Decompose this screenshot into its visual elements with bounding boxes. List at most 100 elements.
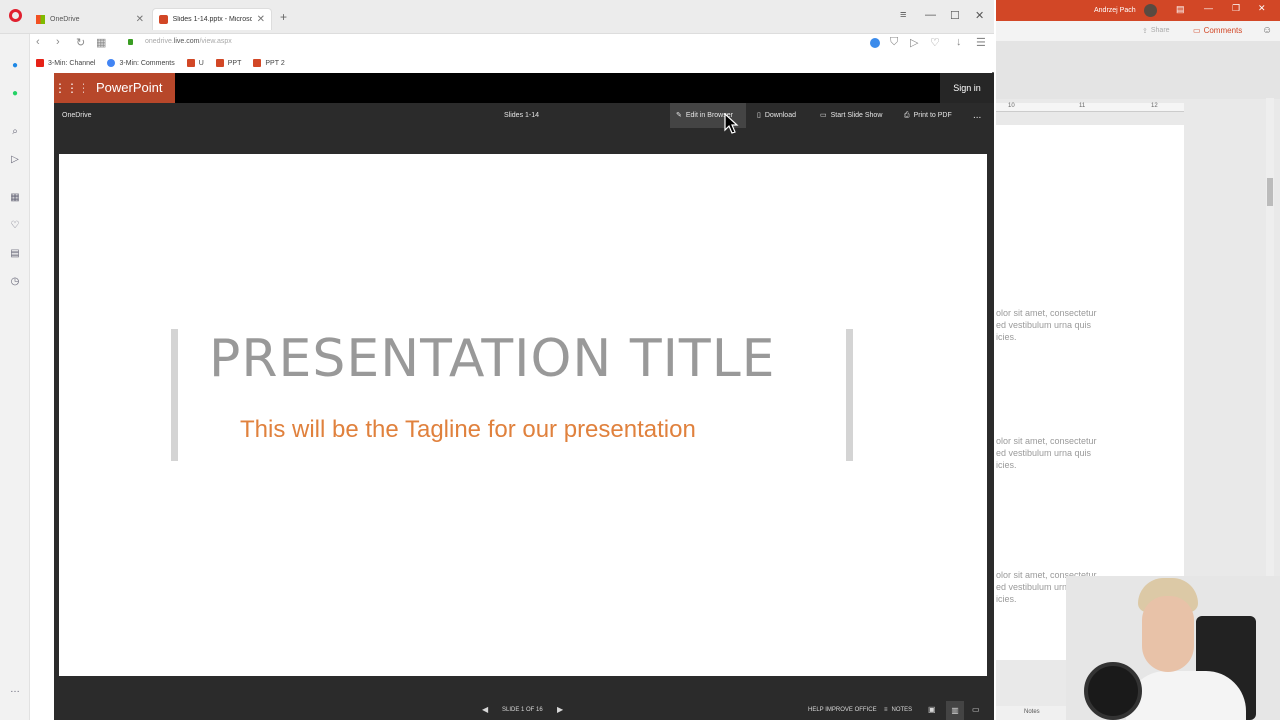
bookmark-label: PPT bbox=[227, 59, 242, 67]
url-field[interactable]: onedrive.live.com/view.aspx bbox=[145, 38, 232, 45]
text-block: olor sit amet, consectetur ed vestibulum… bbox=[996, 307, 1097, 343]
start-slide-show-button[interactable]: ▭ Start Slide Show bbox=[820, 103, 882, 128]
tab-slides[interactable]: Slides 1-14.pptx - Microsof ✕ bbox=[152, 8, 272, 30]
notes-button[interactable]: Notes bbox=[1024, 709, 1040, 715]
tab-label: OneDrive bbox=[50, 15, 80, 23]
search-icon[interactable]: ⌕ bbox=[9, 126, 21, 138]
opera-logo-icon[interactable] bbox=[9, 9, 22, 22]
vertical-scrollbar[interactable] bbox=[1266, 98, 1274, 658]
tab-menu-icon[interactable]: ≡ bbox=[900, 9, 906, 21]
more-options-button[interactable]: ... bbox=[973, 103, 981, 128]
notes-label: NOTES bbox=[891, 707, 913, 713]
comment-icon: ▭ bbox=[1193, 26, 1201, 35]
whatsapp-icon[interactable]: ● bbox=[9, 88, 21, 100]
more-icon[interactable]: … bbox=[9, 684, 21, 696]
text-line: olor sit amet, consectetur bbox=[996, 308, 1097, 318]
help-improve-office-link[interactable]: HELP IMPROVE OFFICE bbox=[808, 707, 877, 713]
minimize-icon[interactable]: — bbox=[925, 9, 936, 21]
close-window-icon[interactable]: ✕ bbox=[975, 9, 984, 22]
bookmark-heart-icon[interactable]: ♡ bbox=[930, 36, 940, 49]
text-line: ed vestibulum urna quis bbox=[996, 448, 1092, 458]
slide-tagline: This will be the Tagline for our present… bbox=[240, 416, 696, 443]
print-label: Print to PDF bbox=[913, 112, 952, 119]
ribbon-display-icon[interactable]: ▤ bbox=[1176, 4, 1185, 15]
printer-icon: ⎙ bbox=[904, 112, 910, 119]
print-to-pdf-button[interactable]: ⎙ Print to PDF bbox=[904, 103, 952, 128]
history-icon[interactable]: ◷ bbox=[9, 276, 21, 288]
apps-icon[interactable]: ▦ bbox=[9, 192, 21, 204]
tab-onedrive[interactable]: OneDrive ✕ bbox=[30, 8, 150, 30]
close-tab-icon[interactable]: ✕ bbox=[257, 14, 265, 25]
speed-dial-icon[interactable]: ▦ bbox=[96, 36, 106, 49]
close-tab-icon[interactable]: ✕ bbox=[136, 14, 144, 25]
notes-icon: ≡ bbox=[884, 707, 888, 713]
bookmark-item[interactable]: 3-Min: Comments bbox=[107, 59, 175, 67]
bookmark-item[interactable]: PPT 2 bbox=[253, 59, 285, 67]
shield-icon[interactable]: ⛉ bbox=[890, 36, 898, 49]
notes-button[interactable]: ≡ NOTES bbox=[884, 707, 912, 713]
maximize-icon[interactable]: ☐ bbox=[950, 9, 960, 22]
news-icon[interactable]: ▤ bbox=[9, 248, 21, 260]
ruler-mark: 11 bbox=[1079, 103, 1086, 109]
office-icon bbox=[253, 59, 262, 67]
share-button[interactable]: ⇪ Share bbox=[1142, 27, 1170, 35]
avatar[interactable] bbox=[1144, 4, 1157, 17]
pencil-icon: ✎ bbox=[676, 112, 682, 119]
slide-counter: SLIDE 1 OF 16 bbox=[502, 707, 543, 713]
bookmark-item[interactable]: 3-Min: Channel bbox=[36, 59, 95, 67]
sign-in-button[interactable]: Sign in bbox=[940, 73, 994, 103]
tab-bar: OneDrive ✕ Slides 1-14.pptx - Microsof ✕… bbox=[0, 0, 994, 34]
normal-view-icon[interactable]: ▥ bbox=[946, 701, 964, 720]
bookmark-label: 3-Min: Comments bbox=[119, 59, 175, 67]
url-prefix: onedrive. bbox=[145, 38, 174, 45]
new-tab-button[interactable]: + bbox=[280, 10, 287, 24]
command-bar: OneDrive Slides 1-14 ✎ Edit in Browser ▯… bbox=[54, 103, 994, 128]
back-icon[interactable]: ‹ bbox=[36, 36, 40, 48]
slide-left-bar bbox=[171, 329, 178, 461]
download-button[interactable]: ▯ Download bbox=[757, 103, 796, 128]
forward-icon[interactable]: › bbox=[56, 36, 60, 48]
opera-sidebar: ● ● ⌕ ▷ ▦ ♡ ▤ ◷ … bbox=[0, 34, 30, 720]
reload-icon[interactable]: ↻ bbox=[76, 36, 85, 49]
text-line: olor sit amet, consectetur bbox=[996, 436, 1097, 446]
scroll-thumb[interactable] bbox=[1267, 178, 1273, 206]
powerpoint-online-viewer: ⋮⋮⋮ PowerPoint Sign in OneDrive Slides 1… bbox=[54, 73, 994, 720]
slide-title: PRESENTATION TITLE bbox=[209, 329, 776, 389]
powerpoint-icon bbox=[159, 15, 168, 24]
ppt-ribbon bbox=[996, 41, 1280, 99]
restore-icon[interactable]: ❐ bbox=[1232, 3, 1240, 14]
download-icon[interactable]: ↓ bbox=[956, 36, 962, 48]
url-suffix: /view.aspx bbox=[199, 38, 232, 45]
webcam-overlay bbox=[1066, 576, 1280, 720]
person-body bbox=[1126, 671, 1246, 720]
app-brand[interactable]: PowerPoint bbox=[84, 73, 175, 103]
bookmark-item[interactable]: PPT bbox=[215, 59, 242, 67]
reading-view-icon[interactable]: ▣ bbox=[928, 705, 936, 714]
app-launcher-icon[interactable]: ⋮⋮⋮ bbox=[54, 73, 90, 103]
previous-slide-icon[interactable]: ◀ bbox=[482, 705, 488, 714]
easy-setup-icon[interactable]: ☰ bbox=[976, 36, 986, 49]
camera-icon[interactable] bbox=[870, 38, 880, 48]
heart-icon[interactable]: ♡ bbox=[9, 220, 21, 232]
ruler: 10 11 12 bbox=[996, 103, 1184, 112]
messenger-icon[interactable]: ● bbox=[9, 60, 21, 72]
next-slide-icon[interactable]: ▶ bbox=[557, 705, 563, 714]
comments-button[interactable]: ▭ Comments bbox=[1193, 26, 1242, 35]
smiley-icon[interactable]: ☺ bbox=[1262, 25, 1272, 36]
slideshow-view-icon[interactable]: ▭ bbox=[972, 705, 980, 714]
address-bar: ‹ › ↻ ▦ onedrive.live.com/view.aspx ⛉ ▷ … bbox=[30, 34, 994, 54]
bookmarks-bar: 3-Min: Channel 3-Min: Comments U PPT PPT… bbox=[30, 54, 994, 72]
bookmark-item[interactable]: U bbox=[186, 59, 204, 67]
share-icon: ⇪ bbox=[1142, 28, 1148, 35]
send-icon[interactable]: ▷ bbox=[9, 154, 21, 166]
slide-canvas[interactable]: PRESENTATION TITLE This will be the Tagl… bbox=[59, 154, 987, 676]
bookmark-label: U bbox=[198, 59, 204, 67]
text-line: ed vestibulum urna quis bbox=[996, 320, 1092, 330]
play-icon[interactable]: ▷ bbox=[910, 36, 918, 49]
bookmark-label: PPT 2 bbox=[265, 59, 285, 67]
minimize-icon[interactable]: — bbox=[1204, 3, 1213, 13]
bookmark-label: 3-Min: Channel bbox=[48, 59, 96, 67]
breadcrumb[interactable]: OneDrive bbox=[62, 103, 92, 128]
browser-window: OneDrive ✕ Slides 1-14.pptx - Microsof ✕… bbox=[0, 0, 994, 720]
close-window-icon[interactable]: ✕ bbox=[1258, 3, 1266, 14]
